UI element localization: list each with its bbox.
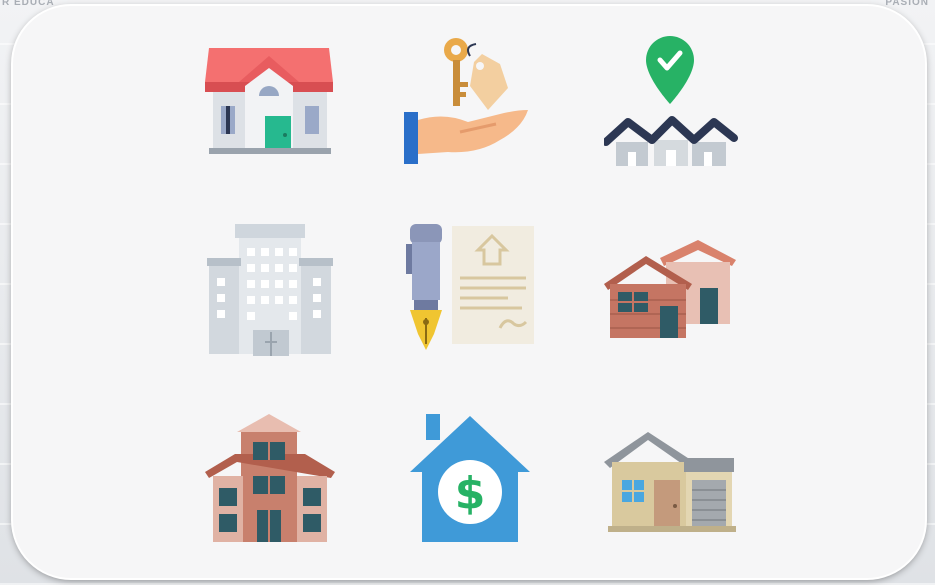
hand-with-key-icon — [404, 36, 536, 168]
apartment-building-icon — [205, 412, 335, 542]
two-houses-icon — [604, 240, 738, 340]
background-text-right: PASION — [885, 0, 929, 8]
location-pin-houses-icon — [604, 34, 738, 168]
background-text-left: R EDUCA — [2, 0, 55, 8]
house-dollar-icon: $ — [408, 412, 532, 542]
svg-text:$: $ — [455, 468, 486, 519]
pen-and-contract-icon — [404, 222, 538, 356]
office-building-icon — [207, 222, 333, 356]
house-with-garage-icon — [604, 428, 738, 532]
house-icon — [205, 44, 335, 158]
